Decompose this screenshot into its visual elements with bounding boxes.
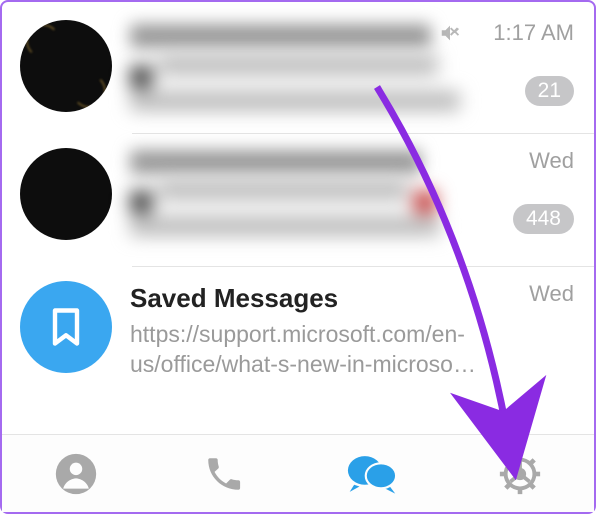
nav-settings[interactable]: [493, 447, 547, 501]
chat-row-saved-messages[interactable]: Saved Messages https://support.microsoft…: [2, 267, 594, 394]
person-icon: [54, 452, 98, 496]
avatar: [20, 20, 112, 112]
chat-content: Saved Messages https://support.microsoft…: [130, 281, 576, 380]
chat-preview: https://support.microsoft.com/en-us/offi…: [130, 320, 510, 380]
chat-row[interactable]: ████ ████ World ██ .. 1:17 AM 21: [2, 6, 594, 133]
unread-badge: 21: [525, 76, 574, 106]
muted-icon: [439, 22, 461, 49]
chat-content: ████ ██████ █████: [130, 148, 576, 252]
unread-badge: 448: [513, 204, 574, 234]
chat-title: ████ ████ World ██ ..: [130, 24, 431, 48]
gear-icon: [497, 451, 543, 497]
bookmark-icon: [44, 305, 88, 349]
saved-messages-avatar: [20, 281, 112, 373]
chat-preview: [130, 55, 510, 119]
chat-row[interactable]: ████ ██████ █████ Wed 448: [2, 134, 594, 266]
chat-list: ████ ████ World ██ .. 1:17 AM 21: [2, 2, 594, 393]
chat-time: Wed: [513, 148, 574, 174]
chat-title: Saved Messages: [130, 283, 338, 314]
chat-meta: Wed: [529, 281, 574, 307]
chat-preview: [130, 180, 510, 252]
chat-time: 1:17 AM: [493, 20, 574, 46]
bottom-nav: [2, 434, 594, 512]
chat-title: ████ ██████ █████: [130, 150, 421, 174]
chat-meta: 1:17 AM 21: [493, 20, 574, 106]
nav-contacts[interactable]: [49, 447, 103, 501]
chat-time: Wed: [529, 281, 574, 307]
avatar: [20, 148, 112, 240]
phone-icon: [203, 453, 245, 495]
chat-meta: Wed 448: [513, 148, 574, 234]
nav-chats[interactable]: [345, 447, 399, 501]
nav-calls[interactable]: [197, 447, 251, 501]
chats-icon: [347, 451, 397, 497]
